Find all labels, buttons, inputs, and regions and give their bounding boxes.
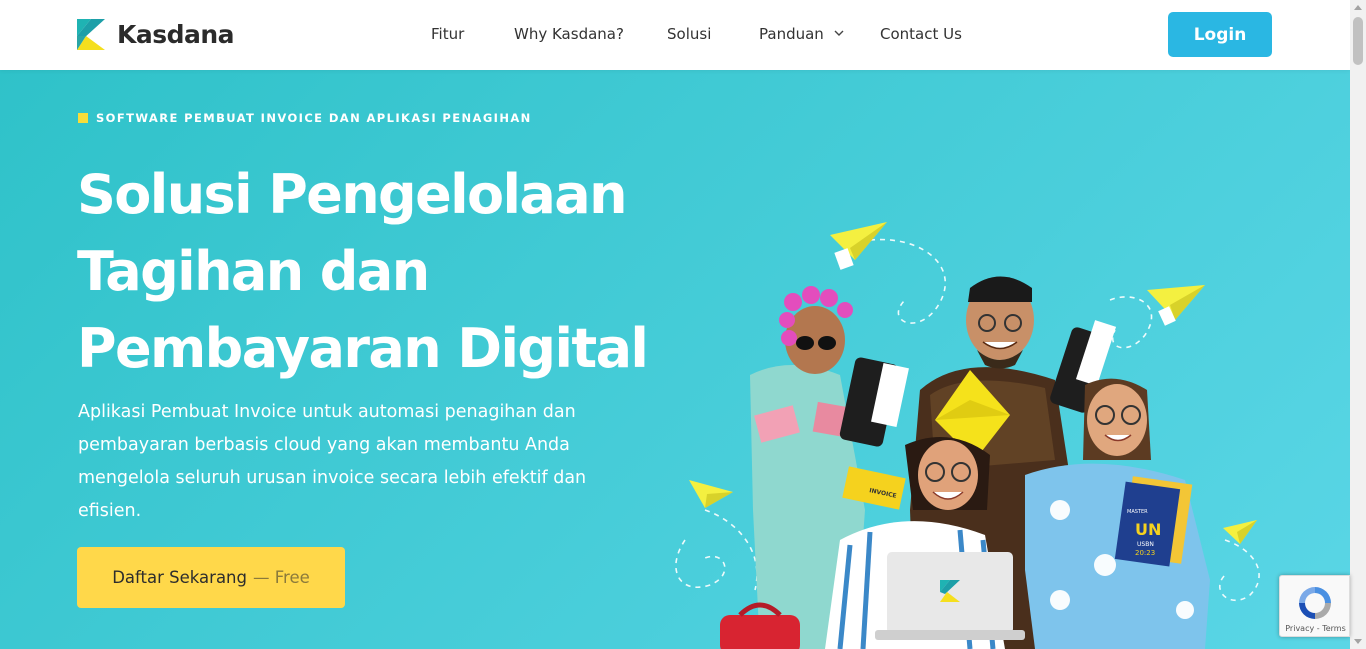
nav-item-solusi[interactable]: Solusi [667,25,711,43]
hero-description: Aplikasi Pembuat Invoice untuk automasi … [78,402,587,521]
phone-icon [839,357,909,447]
hero-headline: Solusi Pengelolaan Tagihan dan Pembayara… [77,156,649,387]
nav-item-contact-us[interactable]: Contact Us [880,25,962,43]
nav-item-panduan[interactable]: Panduan [759,25,844,43]
recaptcha-icon [1299,587,1331,619]
hero-illustration: MASTER UN USBN 20:23 INVOICE [675,222,1260,649]
brand-logo[interactable]: Kasdana [77,19,235,50]
headline-line-3: Pembayaran Digital [77,317,649,380]
cta-label: Daftar Sekarang [112,568,247,587]
signup-cta-button[interactable]: Daftar Sekarang — Free [77,547,345,608]
scroll-thumb[interactable] [1353,17,1363,65]
recaptcha-badge[interactable]: Privacy - Terms [1279,575,1350,637]
brand-name: Kasdana [117,20,235,49]
cta-free-suffix: — Free [253,568,310,587]
nav-item-fitur[interactable]: Fitur [431,25,464,43]
paper-plane-icon [830,222,887,270]
book-year: 20:23 [1135,549,1155,557]
nav-item-panduan-label: Panduan [759,25,824,43]
book-small-text: MASTER [1127,509,1148,515]
nav-item-why-kasdana[interactable]: Why Kasdana? [514,25,624,43]
recaptcha-links[interactable]: Privacy - Terms [1280,624,1351,633]
hero-eyebrow: SOFTWARE PEMBUAT INVOICE DAN APLIKASI PE… [78,111,532,125]
paper-plane-icon [689,480,733,508]
eyebrow-square-icon [78,113,88,123]
kasdana-logo-icon [77,19,105,50]
page: Kasdana Fitur Why Kasdana? Solusi Pandua… [0,0,1366,649]
headline-line-2: Tagihan dan [77,240,430,303]
scroll-up-icon[interactable] [1354,5,1362,10]
book-title: UN [1135,520,1161,539]
login-button[interactable]: Login [1168,12,1272,57]
hero-eyebrow-text: SOFTWARE PEMBUAT INVOICE DAN APLIKASI PE… [96,111,532,125]
headline-line-1: Solusi Pengelolaan [77,163,628,226]
paper-plane-icon [1147,285,1205,326]
site-header: Kasdana Fitur Why Kasdana? Solusi Pandua… [0,0,1350,70]
scroll-down-icon[interactable] [1354,639,1362,644]
book-sub: USBN [1137,541,1154,548]
page-scrollbar[interactable] [1350,0,1366,649]
chevron-down-icon [834,30,844,36]
